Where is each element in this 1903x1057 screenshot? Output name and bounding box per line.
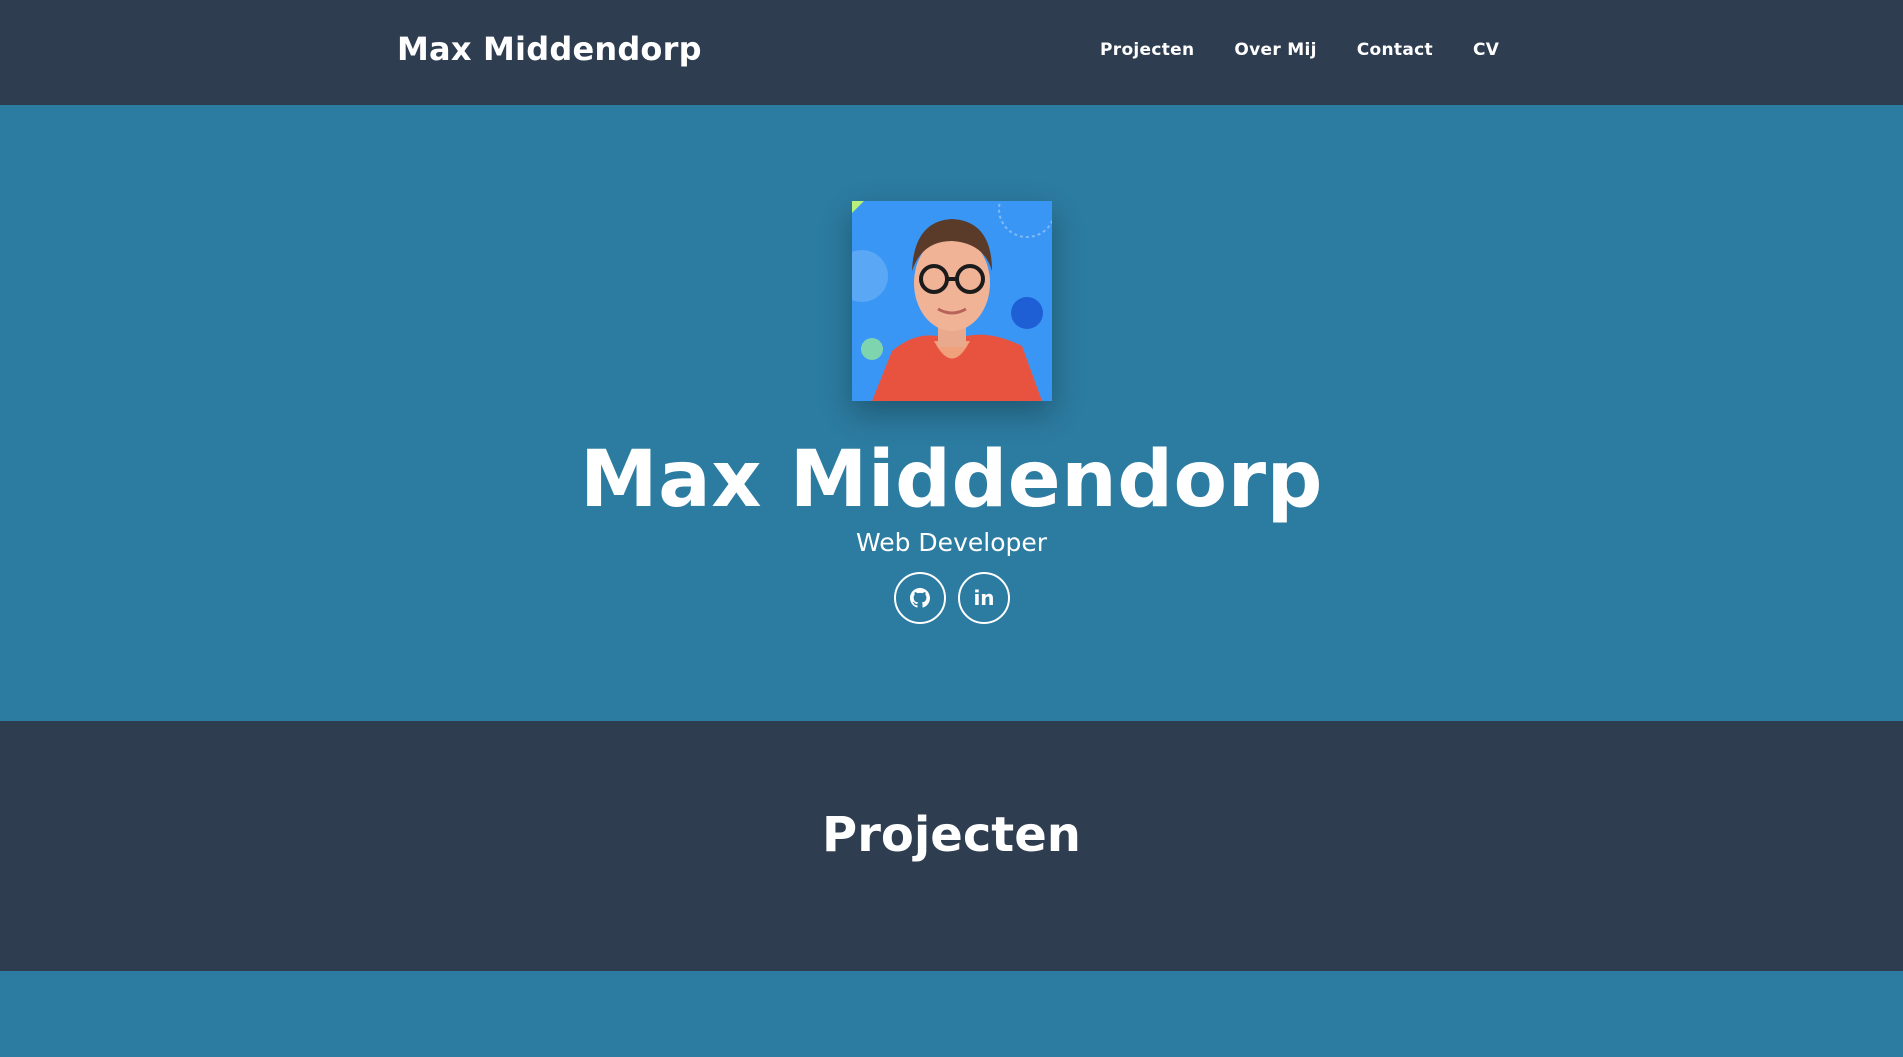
linkedin-link[interactable]: in	[958, 572, 1010, 624]
nav-link-projecten[interactable]: Projecten	[1100, 40, 1194, 60]
avatar	[852, 201, 1052, 401]
nav-links: Projecten Over Mij Contact CV	[1100, 40, 1539, 60]
projects-title: Projecten	[822, 807, 1081, 863]
nav-link-over-mij[interactable]: Over Mij	[1234, 40, 1316, 60]
projects-section: Projecten	[0, 721, 1903, 971]
linkedin-icon: in	[973, 586, 995, 610]
brand-link[interactable]: Max Middendorp	[397, 30, 702, 68]
top-navbar: Max Middendorp Projecten Over Mij Contac…	[0, 0, 1903, 105]
nav-link-cv[interactable]: CV	[1473, 40, 1499, 60]
profile-photo	[852, 201, 1052, 401]
next-section-band	[0, 971, 1903, 1057]
hero-name: Max Middendorp	[580, 435, 1323, 525]
github-link[interactable]	[894, 572, 946, 624]
hero-section: Max Middendorp Web Developer in	[0, 105, 1903, 721]
nav-link-contact[interactable]: Contact	[1357, 40, 1433, 60]
social-links: in	[894, 572, 1010, 624]
hero-subtitle: Web Developer	[855, 528, 1048, 557]
github-icon	[910, 588, 930, 608]
